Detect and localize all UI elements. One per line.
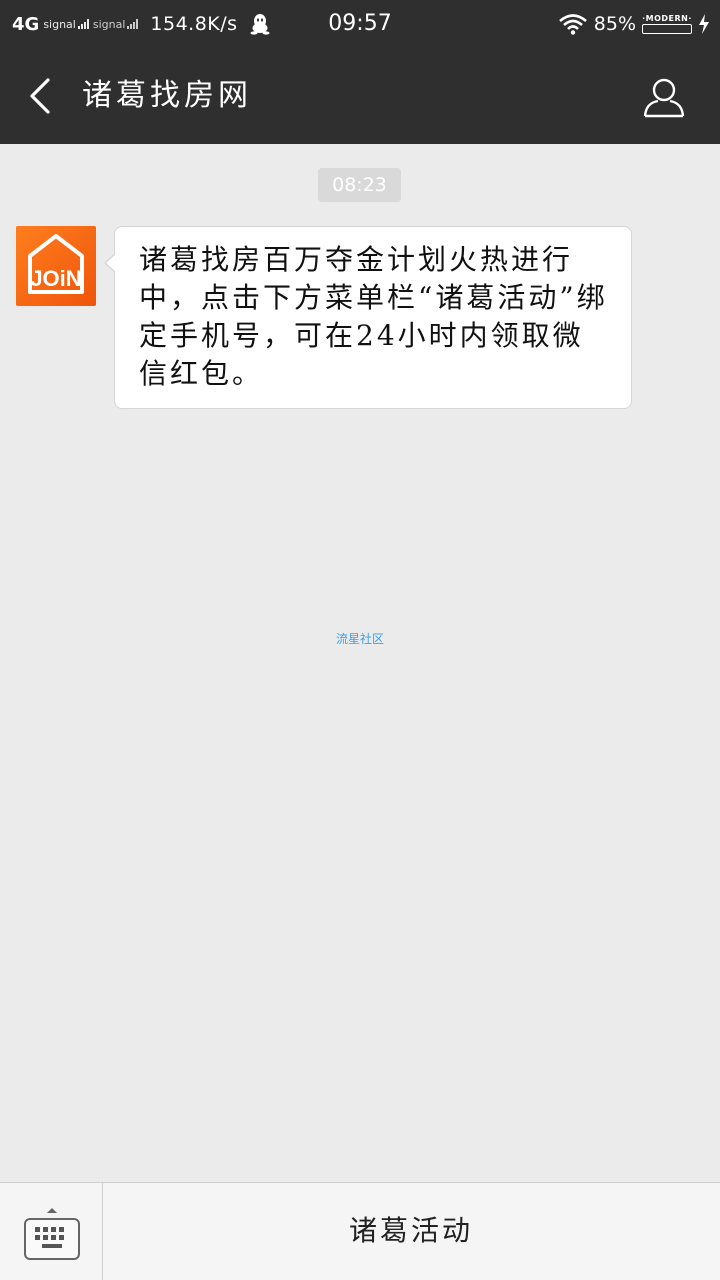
- message-bubble[interactable]: 诸葛找房百万夺金计划火热进行中，点击下方菜单栏“诸葛活动”绑定手机号，可在24小…: [104, 226, 632, 409]
- message-text: 诸葛找房百万夺金计划火热进行中，点击下方菜单栏“诸葛活动”绑定手机号，可在24小…: [139, 243, 608, 390]
- charging-icon: [699, 14, 709, 34]
- avatar[interactable]: JOiN: [16, 226, 96, 306]
- battery-percent: 85%: [593, 13, 636, 35]
- page-title: 诸葛找房网: [82, 78, 252, 113]
- battery-body: [642, 24, 692, 34]
- keyboard-toggle-button[interactable]: [0, 1183, 103, 1280]
- avatar-logo-text: JOiN: [30, 266, 81, 291]
- bottom-menu-bar: 诸葛活动: [0, 1182, 720, 1280]
- app-header: 诸葛找房网: [0, 48, 720, 144]
- battery-icon: ·MODERN·: [642, 14, 692, 34]
- watermark: 流星社区: [335, 632, 384, 646]
- user-icon[interactable]: [642, 76, 686, 120]
- message-timestamp: 08:23: [318, 168, 401, 202]
- chevron-left-icon[interactable]: [22, 76, 62, 116]
- battery-brand: ·MODERN·: [642, 14, 692, 23]
- status-bar: 4G signal signal 154.8K/s 09:57 85% ·MOD…: [0, 0, 720, 48]
- menu-button-zhuge-activity[interactable]: 诸葛活动: [104, 1183, 718, 1280]
- keyboard-icon: [24, 1208, 80, 1260]
- wifi-icon: [558, 14, 587, 35]
